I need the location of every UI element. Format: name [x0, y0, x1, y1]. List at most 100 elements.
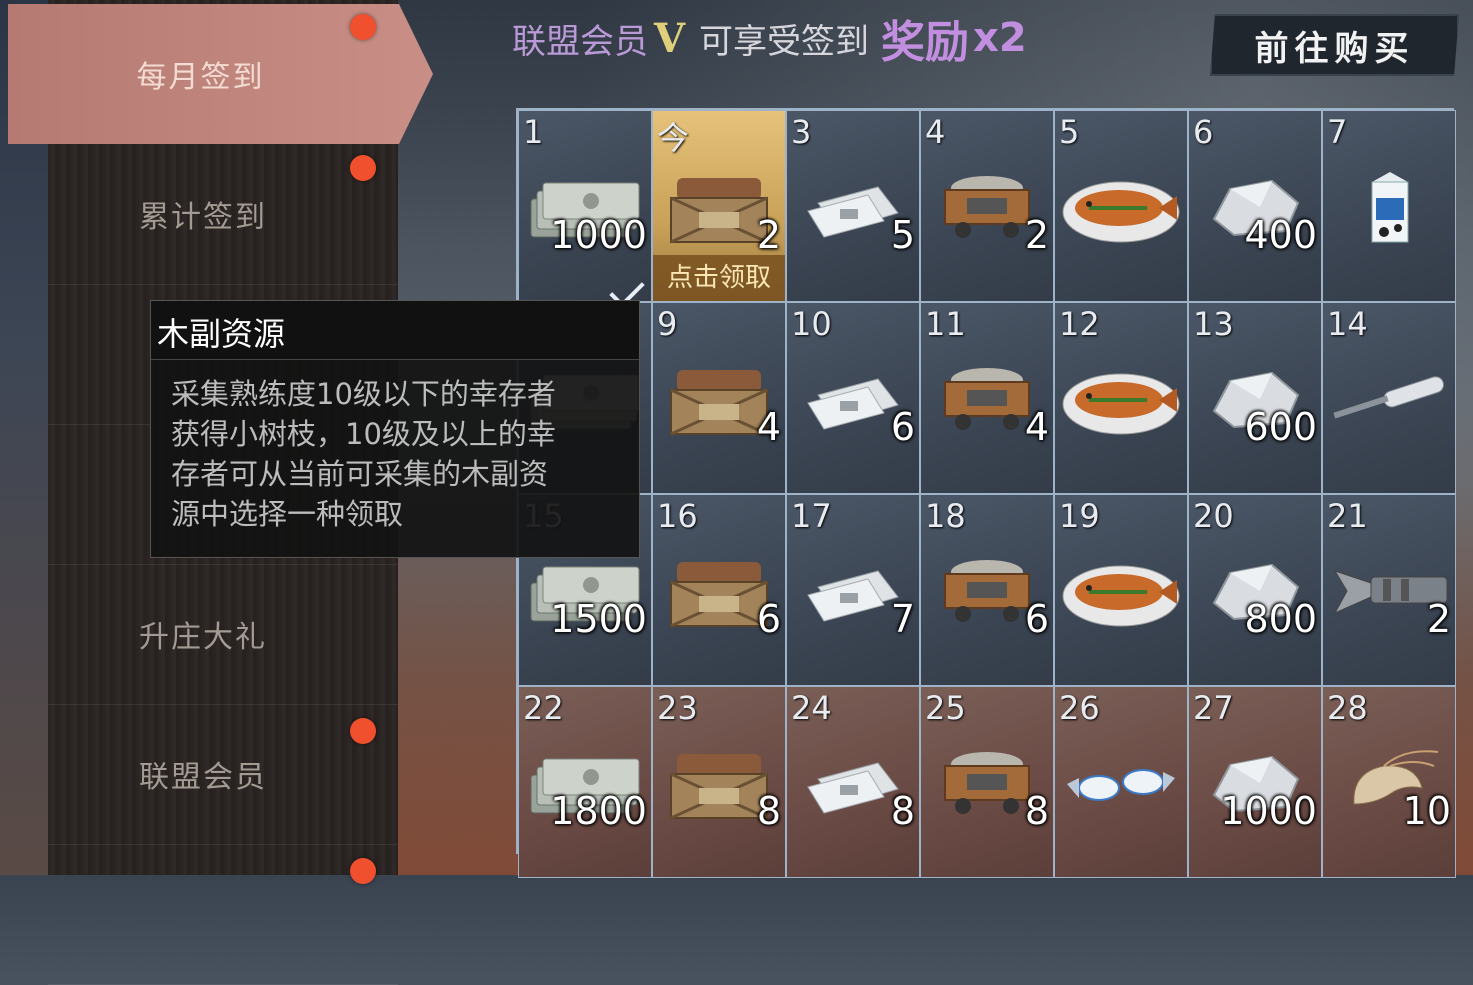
sidebar-item-label: 每月签到: [136, 60, 265, 95]
tooltip-line: 存者可从当前可采集的木副资: [171, 457, 549, 491]
sidebar-item-cumulative-checkin[interactable]: 累计签到: [48, 144, 398, 285]
calendar-day-cell[interactable]: 94: [652, 302, 786, 494]
day-number: 13: [1193, 305, 1234, 343]
day-number: 5: [1059, 113, 1080, 151]
reward-quantity: 1800: [550, 789, 647, 833]
reward-quantity: 2: [756, 213, 781, 257]
calendar-day-cell[interactable]: 25 8: [920, 686, 1054, 878]
tooltip-title: 木副资源: [151, 301, 639, 360]
reward-quantity: 6: [1024, 597, 1049, 641]
calendar-day-cell[interactable]: 23 8: [652, 686, 786, 878]
go-buy-button[interactable]: 前往购买: [1210, 14, 1459, 76]
reward-quantity: 7: [890, 597, 915, 641]
calendar-day-cell[interactable]: 7: [1322, 110, 1456, 302]
day-number: 28: [1327, 689, 1368, 727]
reward-quantity: 400: [1244, 213, 1317, 257]
checkin-calendar-grid: 11000今2点击领取35425640078941061141213600141…: [516, 108, 1456, 878]
calendar-day-cell[interactable]: 22 1800: [518, 686, 652, 878]
tooltip-line: 采集熟练度10级以下的幸存者: [171, 377, 556, 411]
reward-quantity: 10: [1402, 789, 1451, 833]
banner-text-enjoy: 可享受签到: [699, 21, 870, 62]
screwdriver-icon: [1327, 370, 1451, 434]
reward-quantity: 8: [756, 789, 781, 833]
candy-icon: [1059, 754, 1183, 818]
calendar-day-cell[interactable]: 20 800: [1188, 494, 1322, 686]
day-number: 10: [791, 305, 832, 343]
reward-quantity: 4: [756, 405, 781, 449]
banner-text-reward: 奖励: [881, 17, 970, 68]
banner-text-multiplier: x2: [973, 15, 1027, 61]
day-number: 11: [925, 305, 966, 343]
calendar-day-cell[interactable]: 24 8: [786, 686, 920, 878]
tooltip-line: 源中选择一种领取: [171, 497, 404, 531]
calendar-day-cell[interactable]: 12: [1054, 302, 1188, 494]
day-number: 7: [1327, 113, 1348, 151]
tooltip-line: 获得小树枝，10级及以上的幸: [171, 417, 556, 451]
day-number: 16: [657, 497, 698, 535]
notification-dot: [350, 14, 376, 40]
milk-carton-icon: [1354, 168, 1424, 252]
reward-quantity: 1500: [550, 597, 647, 641]
notification-dot: [350, 155, 376, 181]
reward-quantity: 2: [1426, 597, 1451, 641]
reward-quantity: 4: [1024, 405, 1049, 449]
sidebar-item-next[interactable]: [48, 844, 398, 985]
reward-quantity: 600: [1244, 405, 1317, 449]
calendar-day-cell[interactable]: 27 1000: [1188, 686, 1322, 878]
day-number: 14: [1327, 305, 1368, 343]
calendar-day-cell[interactable]: 28 10: [1322, 686, 1456, 878]
day-number: 18: [925, 497, 966, 535]
calendar-day-cell[interactable]: 21 2: [1322, 494, 1456, 686]
reward-quantity: 1000: [550, 213, 647, 257]
day-number: 23: [657, 689, 698, 727]
calendar-day-cell[interactable]: 42: [920, 110, 1054, 302]
calendar-day-cell[interactable]: 11 4: [920, 302, 1054, 494]
day-number: 9: [657, 305, 678, 343]
sidebar-item-label: 联盟会员: [139, 760, 267, 795]
day-number: 25: [925, 689, 966, 727]
calendar-day-cell[interactable]: 6 400: [1188, 110, 1322, 302]
calendar-day-cell[interactable]: 35: [786, 110, 920, 302]
sidebar-item-estate-gift[interactable]: 升庄大礼: [48, 564, 398, 705]
sidebar-item-label: 累计签到: [139, 200, 267, 235]
calendar-day-cell[interactable]: 18 6: [920, 494, 1054, 686]
calendar-day-cell[interactable]: 14: [1322, 302, 1456, 494]
day-number: 今: [657, 119, 690, 157]
day-number: 12: [1059, 305, 1100, 343]
reward-quantity: 8: [890, 789, 915, 833]
day-number: 19: [1059, 497, 1100, 535]
day-number: 3: [791, 113, 812, 151]
calendar-day-cell[interactable]: 10 6: [786, 302, 920, 494]
day-number: 17: [791, 497, 832, 535]
claimed-check-icon: [609, 272, 645, 301]
notification-dot: [350, 858, 376, 884]
fish-dish-icon: [1059, 168, 1183, 252]
calendar-day-cell[interactable]: 今 2 点击领取: [652, 110, 786, 302]
calendar-day-cell[interactable]: 17 7: [786, 494, 920, 686]
day-number: 4: [925, 113, 946, 151]
banner-text-alliance: 联盟会员: [512, 21, 648, 62]
reward-quantity: 2: [1024, 213, 1049, 257]
calendar-day-cell[interactable]: 1 1000: [518, 110, 652, 302]
calendar-day-cell[interactable]: 5: [1054, 110, 1188, 302]
day-number: 20: [1193, 497, 1234, 535]
item-tooltip: 木副资源 采集熟练度10级以下的幸存者 获得小树枝，10级及以上的幸 存者可从当…: [150, 300, 640, 558]
calendar-day-cell[interactable]: 19: [1054, 494, 1188, 686]
sidebar-item-label: 升庄大礼: [139, 620, 267, 655]
sidebar-item-alliance-member[interactable]: 联盟会员: [48, 704, 398, 845]
calendar-day-cell[interactable]: 13 600: [1188, 302, 1322, 494]
fish-dish-icon: [1059, 360, 1183, 444]
reward-quantity: 6: [890, 405, 915, 449]
day-number: 6: [1193, 113, 1214, 151]
tooltip-description: 采集熟练度10级以下的幸存者 获得小树枝，10级及以上的幸 存者可从当前可采集的…: [151, 360, 639, 534]
reward-quantity: 5: [890, 213, 915, 257]
day-number: 24: [791, 689, 832, 727]
calendar-day-cell[interactable]: 16 6: [652, 494, 786, 686]
reward-quantity: 800: [1244, 597, 1317, 641]
vip-banner: 联盟会员 V 可享受签到 奖励 x2: [512, 8, 1027, 69]
vip-v-icon: V: [654, 14, 686, 62]
fish-dish-icon: [1059, 552, 1183, 636]
reward-quantity: 8: [1024, 789, 1049, 833]
claim-button[interactable]: 点击领取: [653, 255, 785, 301]
calendar-day-cell[interactable]: 26: [1054, 686, 1188, 878]
